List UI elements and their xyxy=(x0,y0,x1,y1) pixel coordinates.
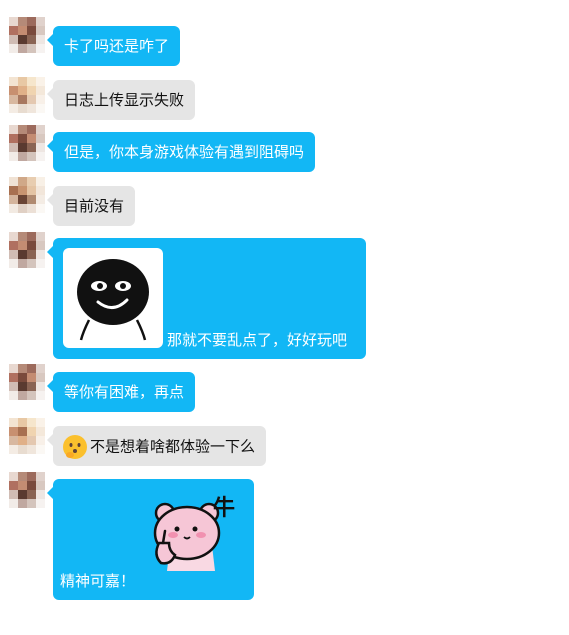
message-bubble[interactable]: 不是想着啥都体验一下么 xyxy=(47,426,267,466)
message-text: 那就不要乱点了，好好玩吧 xyxy=(167,331,348,349)
message-bubble[interactable]: 卡了吗还是咋了 xyxy=(47,26,181,66)
bear-caption: 牛 xyxy=(213,496,236,521)
black-blob-sticker[interactable] xyxy=(63,248,163,348)
thinking-face-icon xyxy=(63,435,87,459)
avatar[interactable] xyxy=(9,232,45,268)
avatar[interactable] xyxy=(9,364,45,400)
message-text: 不是想着啥都体验一下么 xyxy=(90,437,256,456)
message-bubble[interactable]: 那就不要乱点了，好好玩吧 xyxy=(47,238,366,359)
message-bubble[interactable]: 精神可嘉！ 牛 xyxy=(47,479,254,600)
avatar[interactable] xyxy=(9,472,45,508)
message-bubble[interactable]: 但是，你本身游戏体验有遇到阻碍吗 xyxy=(47,132,316,172)
message-text: 等你有困难，再点 xyxy=(64,383,185,401)
pink-bear-sticker[interactable]: 牛 xyxy=(149,496,245,579)
avatar[interactable] xyxy=(9,177,45,213)
avatar[interactable] xyxy=(9,17,45,53)
message-bubble[interactable]: 等你有困难，再点 xyxy=(47,372,196,412)
message-bubble[interactable]: 日志上传显示失败 xyxy=(47,80,196,120)
avatar[interactable] xyxy=(9,77,45,113)
message-text: 目前没有 xyxy=(64,197,125,215)
message-text: 卡了吗还是咋了 xyxy=(64,37,170,55)
message-text: 精神可嘉！ xyxy=(60,572,136,590)
black-blob-icon xyxy=(77,259,149,341)
message-text: 日志上传显示失败 xyxy=(64,91,185,109)
avatar[interactable] xyxy=(9,418,45,454)
avatar[interactable] xyxy=(9,125,45,161)
message-bubble[interactable]: 目前没有 xyxy=(47,186,136,226)
message-text: 但是，你本身游戏体验有遇到阻碍吗 xyxy=(64,143,305,161)
